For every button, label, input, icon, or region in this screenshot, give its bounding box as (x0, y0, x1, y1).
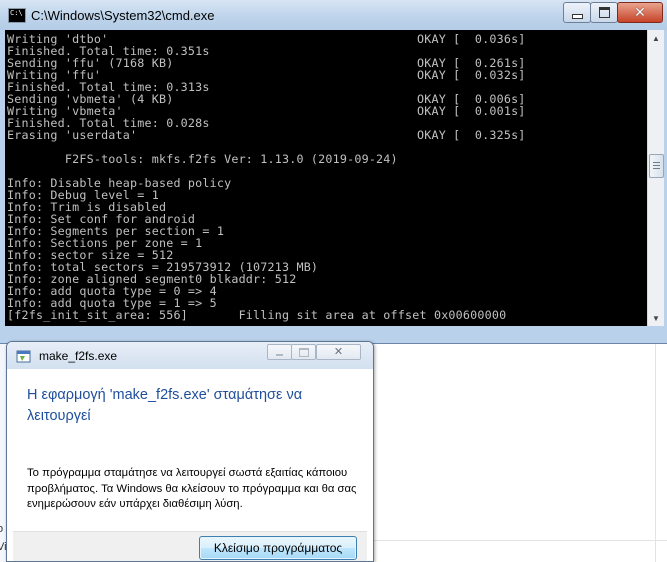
dialog-footer: Κλείσιμο προγράμματος (13, 531, 367, 561)
console-vertical-scrollbar[interactable]: ▲ ▼ (647, 30, 664, 326)
dialog-minimize-button (267, 344, 292, 360)
maximize-icon (299, 348, 309, 357)
dialog-titlebar[interactable]: make_f2fs.exe ✕ (7, 342, 373, 369)
close-icon: ✕ (333, 345, 344, 358)
console-output[interactable]: Writing 'dtbo' OKAY [ 0.036s] Finished. To… (5, 30, 647, 326)
app-window-icon (16, 350, 31, 363)
cmd-titlebar[interactable]: C:\ C:\Windows\System32\cmd.exe ✕ (0, 0, 667, 30)
console-status: OKAY [ 0.032s] (417, 68, 526, 82)
scroll-up-icon[interactable]: ▲ (648, 30, 664, 46)
minimize-icon (276, 354, 283, 356)
error-dialog: make_f2fs.exe ✕ Η εφαρμογή 'make_f2fs.ex… (6, 341, 374, 562)
cmd-window: C:\ C:\Windows\System32\cmd.exe ✕ Writin… (0, 0, 667, 344)
background-divider (655, 343, 656, 562)
maximize-icon (598, 7, 610, 18)
dialog-body: Η εφαρμογή 'make_f2fs.exe' σταμάτησε να … (13, 369, 367, 561)
close-button[interactable]: ✕ (617, 2, 663, 23)
console-line: Erasing 'userdata' (7, 128, 138, 142)
console-status: OKAY [ 0.001s] (417, 104, 526, 118)
minimize-icon (571, 14, 583, 19)
scrollbar-thumb[interactable] (649, 154, 664, 178)
minimize-button[interactable] (563, 2, 591, 23)
scroll-down-icon[interactable]: ▼ (648, 310, 664, 326)
cmd-icon-glyph: C:\ (10, 9, 23, 17)
close-icon: ✕ (634, 4, 646, 21)
dialog-message: Το πρόγραμμα σταμάτησε να λειτουργεί σωσ… (27, 467, 357, 510)
console-status: OKAY [ 0.036s] (417, 32, 526, 46)
dialog-heading: Η εφαρμογή 'make_f2fs.exe' σταμάτησε να … (27, 387, 303, 424)
window-bottom-frame (5, 326, 647, 340)
cmd-window-title: C:\Windows\System32\cmd.exe (31, 8, 215, 23)
background-text-fragment: ο (0, 523, 4, 535)
dialog-title: make_f2fs.exe (39, 349, 118, 363)
close-program-button[interactable]: Κλείσιμο προγράμματος (199, 536, 357, 560)
maximize-button[interactable] (590, 2, 618, 23)
background-divider (372, 540, 667, 541)
background-window (372, 343, 667, 562)
cmd-app-icon[interactable]: C:\ (8, 8, 26, 23)
console-line: F2FS-tools: mkfs.f2fs Ver: 1.13.0 (2019-… (7, 152, 398, 166)
dialog-maximize-button (291, 344, 316, 360)
dialog-close-button[interactable]: ✕ (316, 344, 361, 360)
console-status: OKAY [ 0.325s] (417, 128, 526, 142)
console-line: [f2fs_init_sit_area: 556] Filling sit ar… (7, 308, 507, 322)
